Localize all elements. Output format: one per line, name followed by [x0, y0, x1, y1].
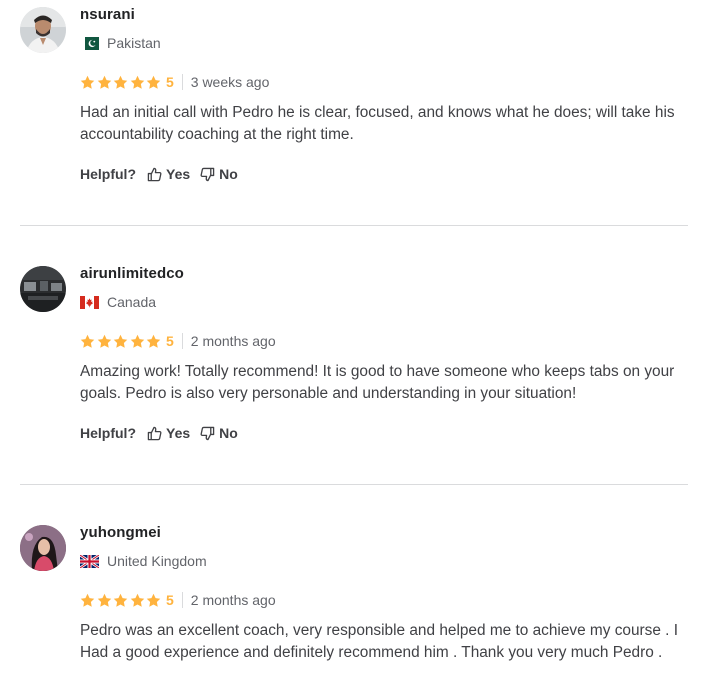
pakistan-flag-icon: [80, 36, 99, 50]
review-text: Pedro was an excellent coach, very respo…: [80, 622, 678, 661]
helpful-row: Helpful? Yes No: [80, 425, 248, 441]
avatar[interactable]: [20, 525, 66, 571]
avatar[interactable]: [20, 266, 66, 312]
review-text: Had an initial call with Pedro he is cle…: [80, 104, 675, 143]
country-name: United Kingdom: [107, 553, 207, 569]
reviewer-country: Pakistan: [80, 35, 161, 51]
reviewer-username[interactable]: nsurani: [80, 6, 135, 23]
review-time: 2 months ago: [190, 333, 276, 349]
review-time: 3 weeks ago: [190, 74, 270, 90]
country-name: Pakistan: [107, 35, 161, 51]
star-icon: [113, 75, 128, 90]
star-icon: [146, 75, 161, 90]
helpful-label: Helpful?: [80, 425, 136, 441]
helpful-no-button[interactable]: No: [200, 166, 238, 182]
review-text: Amazing work! Totally recommend! It is g…: [80, 363, 675, 402]
country-name: Canada: [107, 294, 157, 310]
helpful-row: Helpful? Yes No: [80, 166, 248, 182]
rating-score: 5: [165, 333, 174, 349]
reviewer-username[interactable]: yuhongmei: [80, 524, 161, 541]
no-label: No: [219, 425, 238, 441]
star-icon: [130, 593, 145, 608]
helpful-label: Helpful?: [80, 166, 136, 182]
star-icon: [113, 334, 128, 349]
star-icon: [80, 593, 95, 608]
rating-score: 5: [165, 74, 174, 90]
star-icon: [97, 334, 112, 349]
star-icon: [80, 75, 95, 90]
rating-row: 5 2 months ago: [80, 591, 276, 609]
star-icon: [146, 334, 161, 349]
reviewer-username[interactable]: airunlimitedco: [80, 265, 184, 282]
star-rating: [80, 593, 163, 608]
helpful-no-button[interactable]: No: [200, 425, 238, 441]
divider: [181, 74, 183, 90]
star-icon: [146, 593, 161, 608]
divider: [181, 592, 183, 608]
avatar[interactable]: [20, 7, 66, 53]
star-rating: [80, 334, 163, 349]
thumbs-up-icon: [147, 167, 162, 181]
rating-row: 5 3 weeks ago: [80, 73, 269, 91]
helpful-yes-button[interactable]: Yes: [147, 166, 190, 182]
review-divider: [20, 484, 688, 485]
divider: [181, 333, 183, 349]
thumbs-down-icon: [200, 167, 215, 181]
reviewer-country: United Kingdom: [80, 553, 207, 569]
star-icon: [113, 593, 128, 608]
thumbs-up-icon: [147, 426, 162, 440]
rating-score: 5: [165, 592, 174, 608]
star-rating: [80, 75, 163, 90]
review-time: 2 months ago: [190, 592, 276, 608]
review-divider: [20, 225, 688, 226]
thumbs-down-icon: [200, 426, 215, 440]
no-label: No: [219, 166, 238, 182]
star-icon: [97, 593, 112, 608]
star-icon: [97, 75, 112, 90]
uk-flag-icon: [80, 554, 99, 568]
rating-row: 5 2 months ago: [80, 332, 276, 350]
star-icon: [130, 75, 145, 90]
helpful-yes-button[interactable]: Yes: [147, 425, 190, 441]
star-icon: [130, 334, 145, 349]
reviewer-country: Canada: [80, 294, 156, 310]
yes-label: Yes: [166, 166, 191, 182]
star-icon: [80, 334, 95, 349]
yes-label: Yes: [166, 425, 191, 441]
canada-flag-icon: [80, 295, 99, 309]
